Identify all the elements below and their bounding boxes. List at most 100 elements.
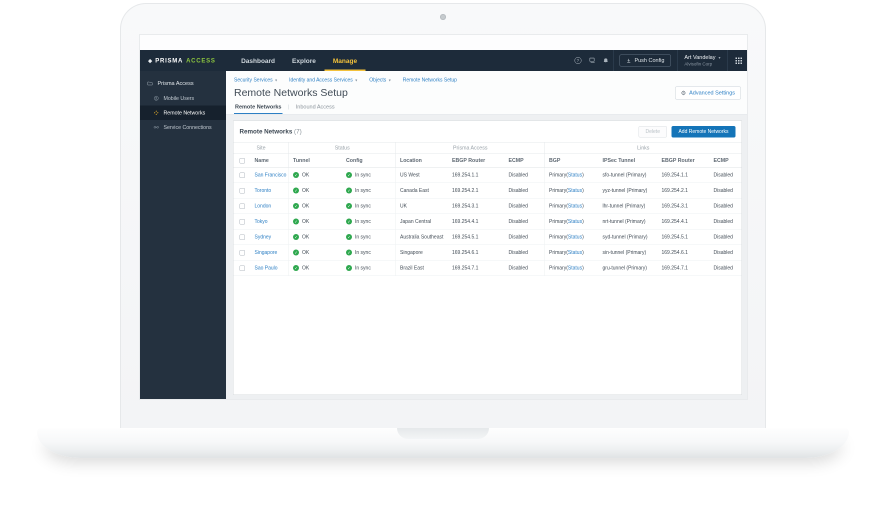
pa-ebgp-router-cell: 169.254.5.1 (448, 230, 505, 245)
bgp-status-link[interactable]: Status (568, 219, 582, 225)
layers-icon[interactable] (585, 50, 599, 71)
location-cell: Japan Central (396, 214, 449, 229)
status-ok-icon: ✓ (346, 234, 352, 240)
bgp-status-link[interactable]: Status (568, 172, 582, 178)
status-ok-icon: ✓ (346, 172, 352, 178)
breadcrumb: Security Services ▾ Identity and Access … (234, 75, 741, 85)
status-ok-icon: ✓ (293, 172, 299, 178)
status-ok-icon: ✓ (293, 219, 299, 225)
sidebar-item-remote-networks[interactable]: Remote Networks (140, 106, 226, 121)
site-name-link[interactable]: Sydney (255, 234, 272, 240)
brand-logo: ◆ PRISMA ACCESS (148, 50, 216, 71)
delete-button[interactable]: Delete (639, 126, 667, 138)
col-links-ecmp: ECMP (710, 154, 742, 167)
help-icon[interactable]: ? (571, 50, 585, 71)
table-row: Toronto ✓ OK ✓ In sync Canada East 169.2… (234, 183, 742, 199)
site-name-link[interactable]: Singapore (255, 250, 278, 256)
links-ebgp-router-cell: 169.254.1.1 (658, 168, 710, 183)
row-checkbox[interactable] (239, 203, 245, 209)
col-tunnel: Tunnel (289, 154, 343, 167)
remote-networks-icon (154, 110, 160, 116)
tab-remote-networks[interactable]: Remote Networks (234, 104, 282, 114)
app-switcher-icon[interactable] (728, 50, 748, 71)
sidebar-item-prisma-access[interactable]: Prisma Access (140, 76, 226, 91)
nav-item-explore[interactable]: Explore (284, 50, 325, 71)
status-ok-icon: ✓ (346, 250, 352, 256)
links-ecmp-cell: Disabled (710, 245, 742, 260)
laptop-mockup: ◆ PRISMA ACCESS Dashboard Explore Manage… (0, 0, 886, 512)
row-checkbox[interactable] (239, 234, 245, 240)
table-row: Tokyo ✓ OK ✓ In sync Japan Central 169.2… (234, 214, 742, 230)
links-ebgp-router-cell: 169.254.5.1 (658, 230, 710, 245)
pa-ecmp-cell: Disabled (505, 183, 545, 198)
breadcrumb-remote-networks-setup[interactable]: Remote Networks Setup (403, 77, 457, 83)
config-status: In sync (355, 203, 371, 209)
config-status: In sync (355, 265, 371, 271)
prisma-diamond-icon: ◆ (148, 57, 152, 64)
pa-ecmp-cell: Disabled (505, 199, 545, 214)
row-checkbox[interactable] (239, 265, 245, 271)
sidebar-item-mobile-users[interactable]: Mobile Users (140, 91, 226, 106)
breadcrumb-objects[interactable]: Objects ▾ (369, 77, 390, 83)
advanced-settings-button[interactable]: ⚙ Advanced Settings (675, 87, 741, 100)
user-org: Alvisofin Corp (684, 62, 720, 67)
site-name-link[interactable]: Sao Paulo (255, 265, 278, 271)
config-status: In sync (355, 188, 371, 194)
row-checkbox[interactable] (239, 219, 245, 225)
bgp-cell: Primary(Status) (545, 214, 599, 229)
bgp-status-link[interactable]: Status (568, 234, 582, 240)
site-name-link[interactable]: Tokyo (255, 219, 268, 225)
table-row: London ✓ OK ✓ In sync UK 169.254.3.1 Dis… (234, 199, 742, 215)
table-row: San Francisco ✓ OK ✓ In sync US West 169… (234, 168, 742, 184)
user-menu[interactable]: Art Vandelay ▾ Alvisofin Corp (677, 50, 727, 71)
location-cell: Australia Southeast (396, 230, 449, 245)
pa-ebgp-router-cell: 169.254.2.1 (448, 183, 505, 198)
site-name-link[interactable]: London (255, 203, 272, 209)
col-location: Location (396, 154, 449, 167)
panel-title: Remote Networks (7) (240, 128, 302, 135)
laptop-screen: ◆ PRISMA ACCESS Dashboard Explore Manage… (139, 34, 748, 400)
config-status: In sync (355, 234, 371, 240)
tab-inbound-access[interactable]: Inbound Access (295, 104, 336, 114)
row-checkbox[interactable] (239, 250, 245, 256)
pa-ebgp-router-cell: 169.254.3.1 (448, 199, 505, 214)
breadcrumb-security-services[interactable]: Security Services ▾ (234, 77, 277, 83)
user-name: Art Vandelay (684, 55, 715, 61)
navbar-right: ? (571, 50, 748, 71)
ipsec-tunnel-cell: yyz-tunnel (Primary) (599, 183, 658, 198)
prisma-access-app: ◆ PRISMA ACCESS Dashboard Explore Manage… (140, 35, 748, 400)
tunnel-status: OK (302, 203, 309, 209)
ipsec-tunnel-cell: syd-tunnel (Primary) (599, 230, 658, 245)
status-ok-icon: ✓ (293, 188, 299, 194)
bgp-status-link[interactable]: Status (568, 250, 582, 256)
site-name-link[interactable]: Toronto (255, 188, 272, 194)
bgp-status-link[interactable]: Status (568, 203, 582, 209)
bell-icon[interactable] (599, 50, 613, 71)
row-checkbox[interactable] (239, 188, 245, 194)
status-ok-icon: ✓ (293, 234, 299, 240)
pa-ebgp-router-cell: 169.254.7.1 (448, 261, 505, 276)
push-config-button[interactable]: Push Config (619, 55, 670, 67)
sidebar-item-service-connections[interactable]: Service Connections (140, 120, 226, 135)
site-name-link[interactable]: San Francisco (255, 172, 287, 178)
nav-item-manage[interactable]: Manage (324, 50, 365, 71)
sidebar-item-label: Service Connections (164, 124, 212, 130)
status-ok-icon: ✓ (346, 203, 352, 209)
breadcrumb-identity-access-services[interactable]: Identity and Access Services ▾ (289, 77, 357, 83)
tunnel-status: OK (302, 234, 309, 240)
bgp-status-link[interactable]: Status (568, 265, 582, 271)
sidebar-item-label: Remote Networks (164, 110, 206, 116)
row-checkbox[interactable] (239, 172, 245, 178)
push-config-icon (626, 58, 632, 64)
pa-ecmp-cell: Disabled (505, 261, 545, 276)
bgp-status-link[interactable]: Status (568, 188, 582, 194)
table-row: Sydney ✓ OK ✓ In sync Australia Southeas… (234, 230, 742, 246)
top-navbar: ◆ PRISMA ACCESS Dashboard Explore Manage… (140, 50, 748, 71)
select-all-checkbox[interactable] (239, 158, 245, 164)
nav-item-dashboard[interactable]: Dashboard (233, 50, 284, 71)
add-remote-networks-button[interactable]: Add Remote Networks (671, 126, 735, 138)
config-status: In sync (355, 219, 371, 225)
panel-count: (7) (294, 128, 302, 135)
location-cell: Singapore (396, 245, 449, 260)
brand-primary: PRISMA (155, 57, 183, 64)
